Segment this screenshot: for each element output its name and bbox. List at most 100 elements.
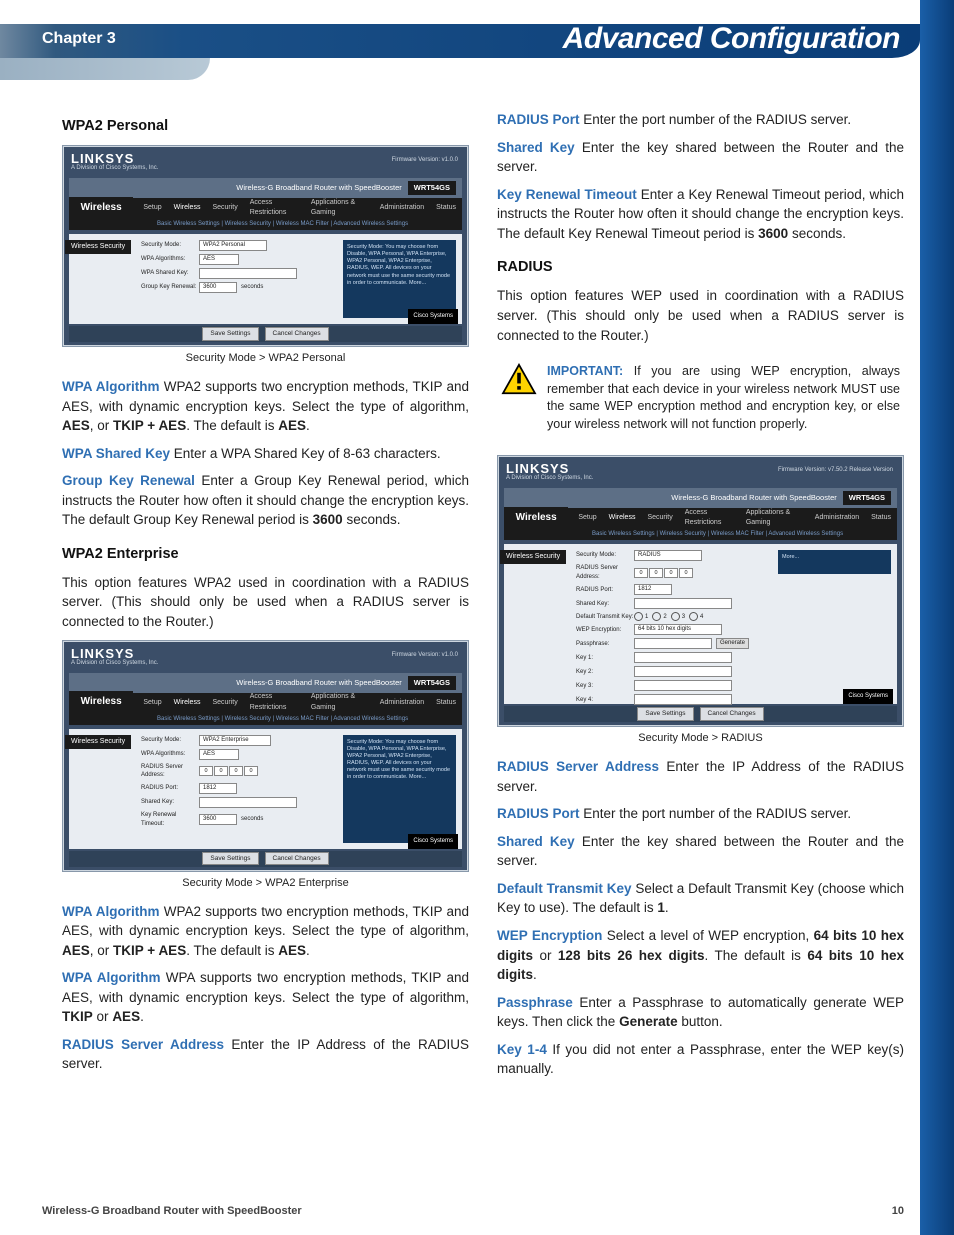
input-key-timeout[interactable]: 3600	[199, 814, 237, 825]
input-key1[interactable]	[634, 652, 732, 663]
model-badge: WRT54GS	[843, 491, 891, 505]
sub-menu: Basic Wireless Settings | Wireless Secur…	[504, 528, 897, 540]
select-security-mode[interactable]: RADIUS	[634, 550, 702, 561]
save-button[interactable]: Save Settings	[202, 852, 258, 865]
label-radius-addr: RADIUS Server Address:	[576, 564, 634, 581]
select-wpa-alg[interactable]: AES	[199, 254, 239, 265]
para-wpa-algorithm-3: WPA Algorithm WPA supports two encryptio…	[62, 968, 469, 1027]
cancel-button[interactable]: Cancel Changes	[265, 852, 329, 865]
cisco-badge: Cisco Systems	[408, 834, 458, 849]
label-group-renewal: Group Key Renewal:	[141, 283, 199, 292]
label-key3: Key 3:	[576, 682, 634, 691]
input-radius-addr[interactable]: 0000	[634, 568, 694, 578]
input-shared-key[interactable]	[634, 598, 732, 609]
select-security-mode[interactable]: WPA2 Enterprise	[199, 735, 271, 746]
input-group-renewal[interactable]: 3600	[199, 282, 237, 293]
input-key4[interactable]	[634, 694, 732, 705]
para-shared-key-1: Shared Key Enter the key shared between …	[497, 138, 904, 177]
input-shared-key[interactable]	[199, 797, 297, 808]
label-key1: Key 1:	[576, 654, 634, 663]
label-radius-addr: RADIUS Server Address:	[141, 763, 199, 780]
menu-admin[interactable]: Administration	[374, 698, 430, 708]
main-menu: Wireless Setup Wireless Security Access …	[69, 693, 462, 713]
cancel-button[interactable]: Cancel Changes	[265, 327, 329, 340]
chapter-tab	[0, 58, 210, 80]
menu-security[interactable]: Security	[206, 203, 243, 213]
label-wpa-alg: WPA Algorithms:	[141, 255, 199, 264]
select-security-mode[interactable]: WPA2 Personal	[199, 240, 267, 251]
menu-apps[interactable]: Applications & Gaming	[740, 508, 809, 528]
caption-shot1: Security Mode > WPA2 Personal	[62, 351, 469, 367]
model-badge: WRT54GS	[408, 676, 456, 690]
help-panel: More...	[778, 550, 891, 574]
para-radius-addr-2: RADIUS Server Address Enter the IP Addre…	[497, 757, 904, 796]
menu-setup[interactable]: Setup	[137, 203, 167, 213]
radio-key4[interactable]	[689, 612, 698, 621]
menu-setup[interactable]: Setup	[137, 698, 167, 708]
menu-admin[interactable]: Administration	[374, 203, 430, 213]
select-wpa-alg[interactable]: AES	[199, 749, 239, 760]
menu-access[interactable]: Access Restrictions	[244, 198, 305, 218]
menu-wireless[interactable]: Wireless	[603, 513, 642, 523]
brand-sub: A Division of Cisco Systems, Inc.	[71, 164, 158, 173]
heading-wpa2-enterprise: WPA2 Enterprise	[62, 544, 469, 565]
screenshot-wpa2-enterprise: LINKSYS A Division of Cisco Systems, Inc…	[62, 640, 469, 872]
para-wep-encryption: WEP Encryption Select a level of WEP enc…	[497, 926, 904, 985]
brand-sub: A Division of Cisco Systems, Inc.	[71, 659, 158, 668]
shot-footer: Save Settings Cancel Changes	[69, 851, 462, 867]
label-security-mode: Security Mode:	[576, 551, 634, 560]
menu-section-label: Wireless	[69, 691, 133, 714]
side-tab: Wireless Security	[65, 240, 131, 254]
form-zone: Security Mode:WPA2 Enterprise WPA Algori…	[141, 735, 342, 843]
menu-status[interactable]: Status	[865, 513, 897, 523]
page-title: Advanced Configuration	[563, 22, 900, 56]
para-wpa2e-intro: This option features WPA2 used in coordi…	[62, 573, 469, 632]
device-title-bar: Wireless-G Broadband Router with SpeedBo…	[504, 488, 897, 508]
para-wpa-algorithm-2: WPA Algorithm WPA2 supports two encrypti…	[62, 902, 469, 961]
shot-footer: Save Settings Cancel Changes	[504, 706, 897, 722]
device-title: Wireless-G Broadband Router with SpeedBo…	[236, 183, 402, 192]
menu-security[interactable]: Security	[641, 513, 678, 523]
menu-access[interactable]: Access Restrictions	[244, 692, 305, 712]
menu-access[interactable]: Access Restrictions	[679, 508, 740, 528]
select-wep-encryption[interactable]: 64 bits 10 hex digits	[634, 624, 722, 635]
important-text: IMPORTANT: If you are using WEP encrypti…	[547, 363, 900, 433]
side-tab: Wireless Security	[65, 735, 131, 749]
main-menu: Wireless Setup Wireless Security Access …	[504, 508, 897, 528]
help-panel: Security Mode: You may choose from Disab…	[343, 735, 456, 843]
menu-wireless[interactable]: Wireless	[168, 698, 207, 708]
input-passphrase[interactable]	[634, 638, 712, 649]
para-key-renewal-timeout: Key Renewal Timeout Enter a Key Renewal …	[497, 185, 904, 244]
input-wpa-key[interactable]	[199, 268, 297, 279]
device-title-bar: Wireless-G Broadband Router with SpeedBo…	[69, 673, 462, 693]
menu-apps[interactable]: Applications & Gaming	[305, 692, 374, 712]
page-number: 10	[892, 1205, 904, 1217]
shot-body: Wireless Security Security Mode:WPA2 Per…	[69, 234, 462, 324]
para-wpa-algorithm-1: WPA Algorithm WPA2 supports two encrypti…	[62, 377, 469, 436]
menu-apps[interactable]: Applications & Gaming	[305, 198, 374, 218]
menu-status[interactable]: Status	[430, 698, 462, 708]
firmware-label: Firmware Version: v1.0.0	[392, 156, 458, 165]
input-radius-port[interactable]: 1812	[634, 584, 672, 595]
radio-key1[interactable]	[634, 612, 643, 621]
radio-key2[interactable]	[652, 612, 661, 621]
menu-wireless[interactable]: Wireless	[168, 203, 207, 213]
label-wpa-key: WPA Shared Key:	[141, 269, 199, 278]
input-key2[interactable]	[634, 666, 732, 677]
menu-admin[interactable]: Administration	[809, 513, 865, 523]
input-radius-port[interactable]: 1812	[199, 783, 237, 794]
generate-button[interactable]: Generate	[716, 638, 749, 649]
menu-setup[interactable]: Setup	[572, 513, 602, 523]
para-radius-addr-1: RADIUS Server Address Enter the IP Addre…	[62, 1035, 469, 1074]
save-button[interactable]: Save Settings	[637, 707, 693, 720]
menu-status[interactable]: Status	[430, 203, 462, 213]
input-key3[interactable]	[634, 680, 732, 691]
cancel-button[interactable]: Cancel Changes	[700, 707, 764, 720]
device-title: Wireless-G Broadband Router with SpeedBo…	[671, 493, 837, 502]
save-button[interactable]: Save Settings	[202, 327, 258, 340]
radio-key3[interactable]	[671, 612, 680, 621]
input-radius-addr[interactable]: 0000	[199, 766, 259, 776]
radio-label-2: 2	[663, 613, 666, 622]
caption-shot2: Security Mode > WPA2 Enterprise	[62, 876, 469, 892]
menu-security[interactable]: Security	[206, 698, 243, 708]
